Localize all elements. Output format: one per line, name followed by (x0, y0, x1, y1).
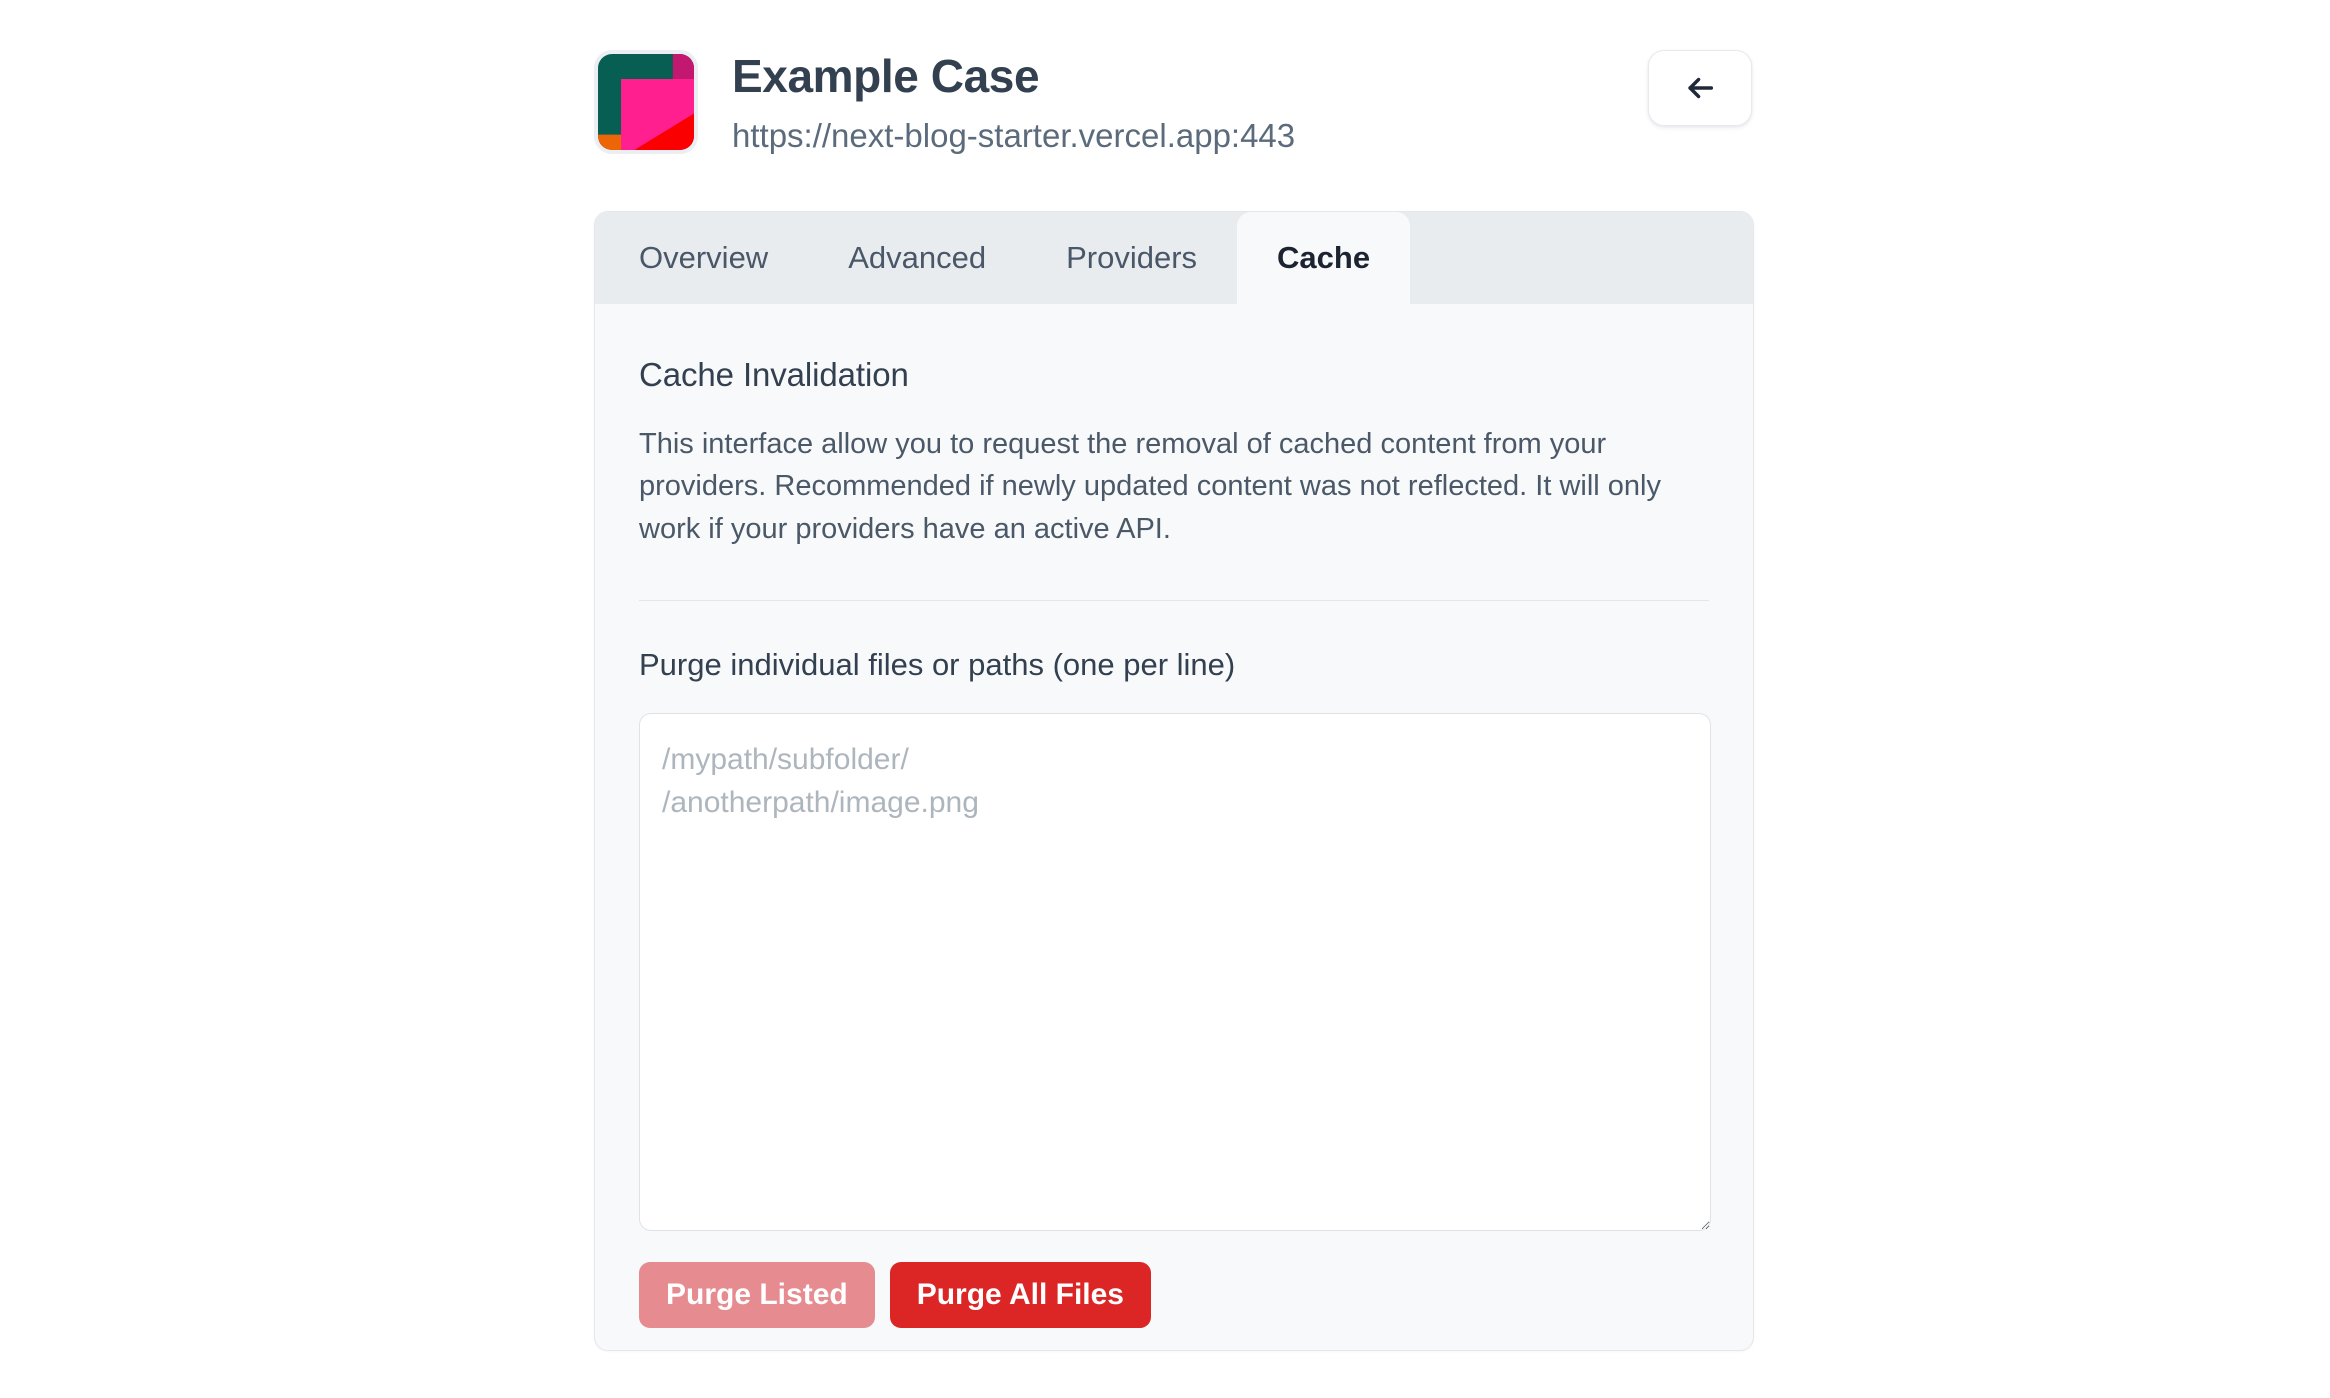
tab-overview[interactable]: Overview (595, 212, 808, 304)
app-root: Example Case https://next-blog-starter.v… (0, 0, 2330, 1398)
section-divider (639, 599, 1709, 601)
purge-paths-label: Purge individual files or paths (one per… (639, 646, 1236, 682)
tab-advanced[interactable]: Advanced (808, 212, 1026, 304)
app-url: https://next-blog-starter.vercel.app:443 (732, 117, 1296, 155)
purge-all-files-button[interactable]: Purge All Files (889, 1261, 1151, 1328)
section-description: This interface allow you to request the … (639, 428, 1661, 545)
app-title-block: Example Case https://next-blog-starter.v… (732, 46, 1648, 155)
purge-listed-button[interactable]: Purge Listed (639, 1261, 875, 1328)
tab-bar: Overview Advanced Providers Cache (595, 212, 1753, 304)
cache-panel: Cache Invalidation This interface allow … (595, 304, 1753, 1328)
page-header: Example Case https://next-blog-starter.v… (594, 46, 1752, 176)
settings-card: Overview Advanced Providers Cache Cache … (594, 211, 1754, 1351)
arrow-left-icon (1683, 71, 1717, 105)
tab-cache[interactable]: Cache (1237, 212, 1411, 304)
back-button[interactable] (1648, 50, 1752, 126)
page-title: Example Case (732, 50, 1040, 102)
tab-providers[interactable]: Providers (1026, 212, 1237, 304)
purge-paths-input[interactable] (639, 712, 1711, 1231)
app-logo-icon (594, 50, 698, 154)
section-title: Cache Invalidation (639, 356, 909, 393)
purge-actions: Purge Listed Purge All Files (639, 1261, 1709, 1328)
